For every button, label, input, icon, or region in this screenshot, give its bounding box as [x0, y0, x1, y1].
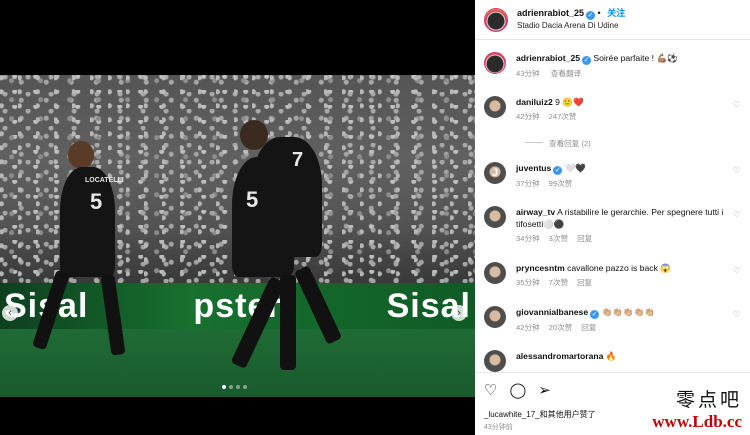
post-photo[interactable]: Sisal pster Sisal 5 LOCATELLI 7 5 ‹ ›	[0, 75, 475, 397]
view-replies-link[interactable]: 查看回复 (2)	[525, 138, 591, 149]
commenter-avatar[interactable]	[484, 206, 506, 228]
post-panel: adrienrabiot_25 ✓ • 关注 Stadio Dacia Arena…	[475, 0, 750, 435]
comment-time: 42分钟	[516, 112, 540, 121]
caption: adrienrabiot_25 ✓ Soirée parfaite ! 💪🏽⚽ 4…	[484, 52, 746, 80]
heart-icon[interactable]: ♡	[484, 381, 497, 399]
post-location[interactable]: Stadio Dacia Arena Di Udine	[517, 20, 625, 32]
comment-username[interactable]: airway_tv	[516, 207, 555, 217]
comment-text: 🤍🖤	[564, 163, 587, 173]
comment-item: pryncesntm cavallone pazzo is back 😱 35分…	[484, 262, 746, 289]
caption-text: Soirée parfaite ! 💪🏽⚽	[593, 53, 678, 63]
comment-username[interactable]: juventus	[516, 163, 551, 173]
follow-button[interactable]: 关注	[607, 8, 625, 18]
heart-icon[interactable]: ♡	[733, 266, 740, 275]
comment-likes[interactable]: 3次赞	[549, 234, 568, 243]
commenter-avatar[interactable]	[484, 262, 506, 284]
comment-username[interactable]: pryncesntm	[516, 263, 565, 273]
comment-time: 35分钟	[516, 278, 540, 287]
comment-text: 👏🏼👏🏼👏🏼👏🏼👏🏼	[601, 307, 656, 317]
post-header: adrienrabiot_25 ✓ • 关注 Stadio Dacia Arena…	[475, 0, 750, 40]
player-number: 5	[90, 189, 103, 214]
prev-slide-icon[interactable]: ‹	[2, 305, 18, 321]
player-head	[68, 141, 94, 169]
post-media: Sisal pster Sisal 5 LOCATELLI 7 5 ‹ ›	[0, 0, 475, 435]
reply-link[interactable]: 回复	[581, 323, 596, 332]
player-name: LOCATELLI	[85, 177, 124, 184]
player-number: 5	[246, 187, 259, 212]
commenter-avatar[interactable]	[484, 96, 506, 118]
reply-link[interactable]: 回复	[577, 234, 592, 243]
comment-item: daniluiz2 9 🙂❤️ 42分钟 247次赞 ♡	[484, 96, 746, 123]
next-slide-icon[interactable]: ›	[451, 305, 467, 321]
watermark-cn: 零点吧	[675, 389, 742, 411]
author-avatar[interactable]	[484, 52, 506, 74]
translate-link[interactable]: 查看翻译	[551, 69, 581, 78]
slide-dot	[222, 385, 226, 389]
caption-time: 43分钟	[516, 69, 540, 78]
comment-username[interactable]: giovannialbanese	[516, 307, 588, 317]
watermark-url: www.Ldb.cc	[652, 412, 742, 431]
slide-indicator	[222, 385, 247, 389]
post-actions: ♡ ◯ ➢ _lucawhite_17_和其他用户赞了 43分钟前 零点吧 ww…	[475, 372, 750, 435]
comment-likes[interactable]: 247次赞	[549, 112, 577, 121]
comment-item: J juventus ✓ 🤍🖤 37分钟 99次赞 ♡	[484, 162, 746, 190]
player-hug-front: 5	[232, 157, 294, 277]
comment-text: cavallone pazzo is back 😱	[567, 263, 671, 273]
liked-by-text[interactable]: _lucawhite_17_和其他用户赞了	[484, 409, 596, 420]
player-left: 5 LOCATELLI	[60, 167, 124, 277]
comment-text: 9 🙂❤️	[555, 97, 584, 107]
author-avatar[interactable]	[484, 7, 508, 32]
comment-item: giovannialbanese ✓ 👏🏼👏🏼👏🏼👏🏼👏🏼 42分钟 20次赞 回复 …	[484, 306, 746, 334]
verified-icon: ✓	[553, 166, 563, 175]
comment-time: 34分钟	[516, 234, 540, 243]
author-username[interactable]: adrienrabiot_25	[517, 8, 584, 18]
comment-likes[interactable]: 7次赞	[549, 278, 568, 287]
comment-username[interactable]: alessandromartorana	[516, 351, 603, 361]
ad-board: Sisal pster Sisal	[0, 283, 475, 329]
player-leg	[280, 275, 296, 370]
heart-icon[interactable]: ♡	[733, 166, 740, 175]
slide-dot	[229, 385, 233, 389]
slide-dot	[243, 385, 247, 389]
verified-icon: ✓	[590, 310, 600, 319]
player-number: 7	[292, 149, 304, 171]
comment-likes[interactable]: 99次赞	[549, 179, 573, 188]
commenter-avatar[interactable]: J	[484, 162, 506, 184]
commenter-avatar[interactable]	[484, 350, 506, 372]
comment-time: 37分钟	[516, 179, 540, 188]
comment-username[interactable]: daniluiz2	[516, 97, 553, 107]
comment-item: airway_tv A ristabilire le gerarchie. Pe…	[484, 206, 746, 245]
comment-likes[interactable]: 20次赞	[549, 323, 573, 332]
caption-username[interactable]: adrienrabiot_25	[516, 53, 580, 63]
slide-dot	[236, 385, 240, 389]
heart-icon[interactable]: ♡	[733, 310, 740, 319]
site-watermark: 零点吧 www.Ldb.cc	[652, 389, 742, 433]
reply-link[interactable]: 回复	[577, 278, 592, 287]
heart-icon[interactable]: ♡	[733, 100, 740, 109]
commenter-avatar[interactable]	[484, 306, 506, 328]
comment-time: 42分钟	[516, 323, 540, 332]
post-time: 43分钟前	[484, 424, 513, 431]
verified-icon: ✓	[582, 56, 591, 65]
comment-text: 🔥	[605, 351, 617, 361]
send-icon[interactable]: ➢	[538, 381, 551, 399]
comments-list[interactable]: adrienrabiot_25 ✓ Soirée parfaite ! 💪🏽⚽ 4…	[475, 46, 750, 372]
verified-icon: ✓	[586, 11, 596, 20]
comment-icon[interactable]: ◯	[509, 381, 526, 399]
comment-item: alessandromartorana 🔥	[484, 350, 746, 372]
heart-icon[interactable]: ♡	[733, 210, 740, 219]
